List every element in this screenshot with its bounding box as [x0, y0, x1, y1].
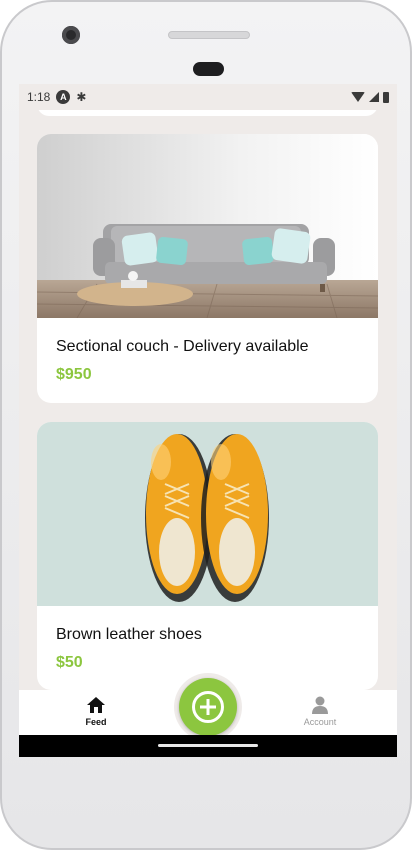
listing-card[interactable]: Sectional couch - Delivery available $95… — [37, 134, 378, 403]
shoes-image — [37, 422, 378, 606]
battery-icon — [383, 91, 389, 103]
bug-icon: ✱ — [76, 90, 87, 104]
listing-title: Sectional couch - Delivery available — [56, 338, 309, 355]
a-icon: A — [56, 90, 71, 104]
listing-price: $50 — [56, 654, 83, 671]
app-screen: 1:18 A ✱ Sectional couch - Delivery avai… — [19, 84, 397, 757]
tab-feed-label: Feed — [85, 717, 107, 727]
status-time: 1:18 — [27, 90, 51, 104]
person-icon — [312, 696, 328, 714]
previous-card[interactable] — [37, 110, 378, 116]
proximity-sensor — [193, 62, 224, 76]
phone-frame: 1:18 A ✱ Sectional couch - Delivery avai… — [0, 0, 412, 850]
status-bar: 1:18 A ✱ — [19, 84, 397, 110]
front-camera — [62, 26, 80, 44]
status-icons — [351, 91, 389, 103]
signal-icon — [369, 92, 379, 102]
listing-title: Brown leather shoes — [56, 626, 202, 643]
wifi-icon — [351, 92, 365, 102]
home-icon — [87, 697, 105, 713]
add-listing-button[interactable] — [179, 678, 237, 736]
system-navigation-bar — [19, 735, 397, 757]
sofa-image — [37, 134, 378, 318]
feed-list[interactable]: Sectional couch - Delivery available $95… — [19, 110, 397, 690]
plus-circle-icon — [192, 691, 224, 723]
tab-account-label: Account — [303, 717, 337, 727]
listing-card[interactable]: Brown leather shoes $50 — [37, 422, 378, 690]
earpiece-speaker — [168, 31, 250, 39]
tab-feed[interactable]: Feed — [36, 690, 156, 735]
tab-account[interactable]: Account — [260, 690, 380, 735]
home-gesture-pill[interactable] — [158, 744, 258, 747]
listing-price: $950 — [56, 366, 92, 383]
